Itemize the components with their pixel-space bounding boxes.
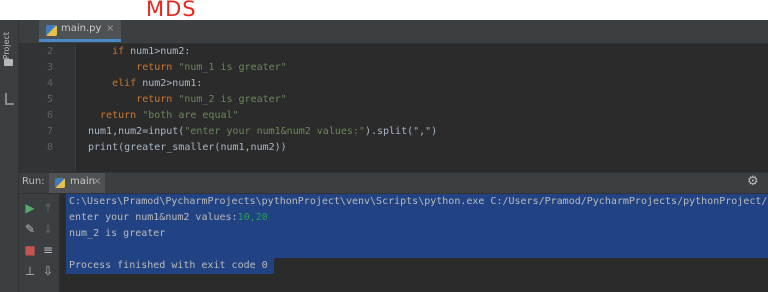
pin-icon[interactable]: ⊥ (23, 264, 37, 278)
project-tool-label[interactable]: Project (2, 32, 16, 59)
line-number: 2 (46, 46, 53, 57)
console-prompt-line: enter your num1&num2 values:10,20 (69, 212, 268, 223)
run-tab-label: main (70, 176, 95, 187)
folder-icon[interactable] (4, 59, 13, 66)
selection-highlight (66, 226, 768, 242)
code-line: return "both are equal" (100, 110, 239, 121)
scroll-to-end-icon[interactable]: ⇩ (41, 264, 55, 278)
line-number: 6 (46, 110, 53, 121)
up-arrow-icon[interactable]: ↑ (41, 201, 55, 215)
close-icon[interactable]: × (93, 176, 101, 187)
soft-wrap-icon[interactable]: ≡ (41, 243, 55, 257)
console-exit-line: Process finished with exit code 0 (69, 260, 268, 271)
console-command-line: C:\Users\Pramod\PycharmProjects\pythonPr… (69, 196, 768, 207)
code-line: num1,num2=input("enter your num1&num2 va… (88, 126, 438, 137)
code-line: if num1>num2: (112, 46, 191, 57)
rerun-icon[interactable]: ▶ (23, 201, 37, 215)
python-file-icon (55, 178, 65, 188)
code-editor[interactable]: if num1>num2: return "num_1 is greater" … (88, 44, 768, 177)
python-file-icon (46, 25, 57, 36)
code-line: return "num_1 is greater" (136, 62, 287, 73)
line-number: 4 (46, 78, 53, 89)
run-tool-header: Run: main × ⚙ (19, 172, 768, 194)
watermark-text: MDS (146, 0, 197, 21)
gear-icon[interactable]: ⚙ (747, 174, 759, 189)
tab-main-py[interactable]: main.py × (39, 20, 121, 42)
code-line: elif num2>num1: (112, 78, 203, 89)
tab-label: main.py (61, 23, 102, 34)
code-line: print(greater_smaller(num1,num2)) (88, 142, 287, 153)
close-icon[interactable]: × (106, 23, 114, 34)
line-number: 3 (46, 62, 53, 73)
line-number: 8 (46, 142, 53, 153)
wrench-icon[interactable]: ✎ (23, 222, 37, 236)
console-output-line: num_2 is greater (69, 228, 166, 239)
run-toolbar: ▶ ↑ ✎ ↓ ■ ≡ ⊥ ⇩ (19, 194, 60, 292)
code-line: return "num_2 is greater" (136, 94, 287, 105)
structure-icon[interactable] (5, 93, 14, 105)
editor-tab-bar: main.py × (19, 20, 768, 44)
run-tab-main[interactable]: main × (49, 173, 105, 193)
ide-window: Project main.py × 2 3 4 5 6 7 8 if num1>… (0, 20, 768, 292)
run-label: Run: (22, 176, 45, 187)
down-arrow-icon[interactable]: ↓ (41, 222, 55, 236)
project-sidebar: Project (0, 20, 19, 292)
stop-icon[interactable]: ■ (23, 243, 37, 257)
run-console[interactable]: C:\Users\Pramod\PycharmProjects\pythonPr… (60, 194, 768, 292)
line-number: 7 (46, 126, 53, 137)
selection-highlight (66, 242, 768, 258)
line-number-gutter: 2 3 4 5 6 7 8 (19, 44, 76, 177)
line-number: 5 (46, 94, 53, 105)
